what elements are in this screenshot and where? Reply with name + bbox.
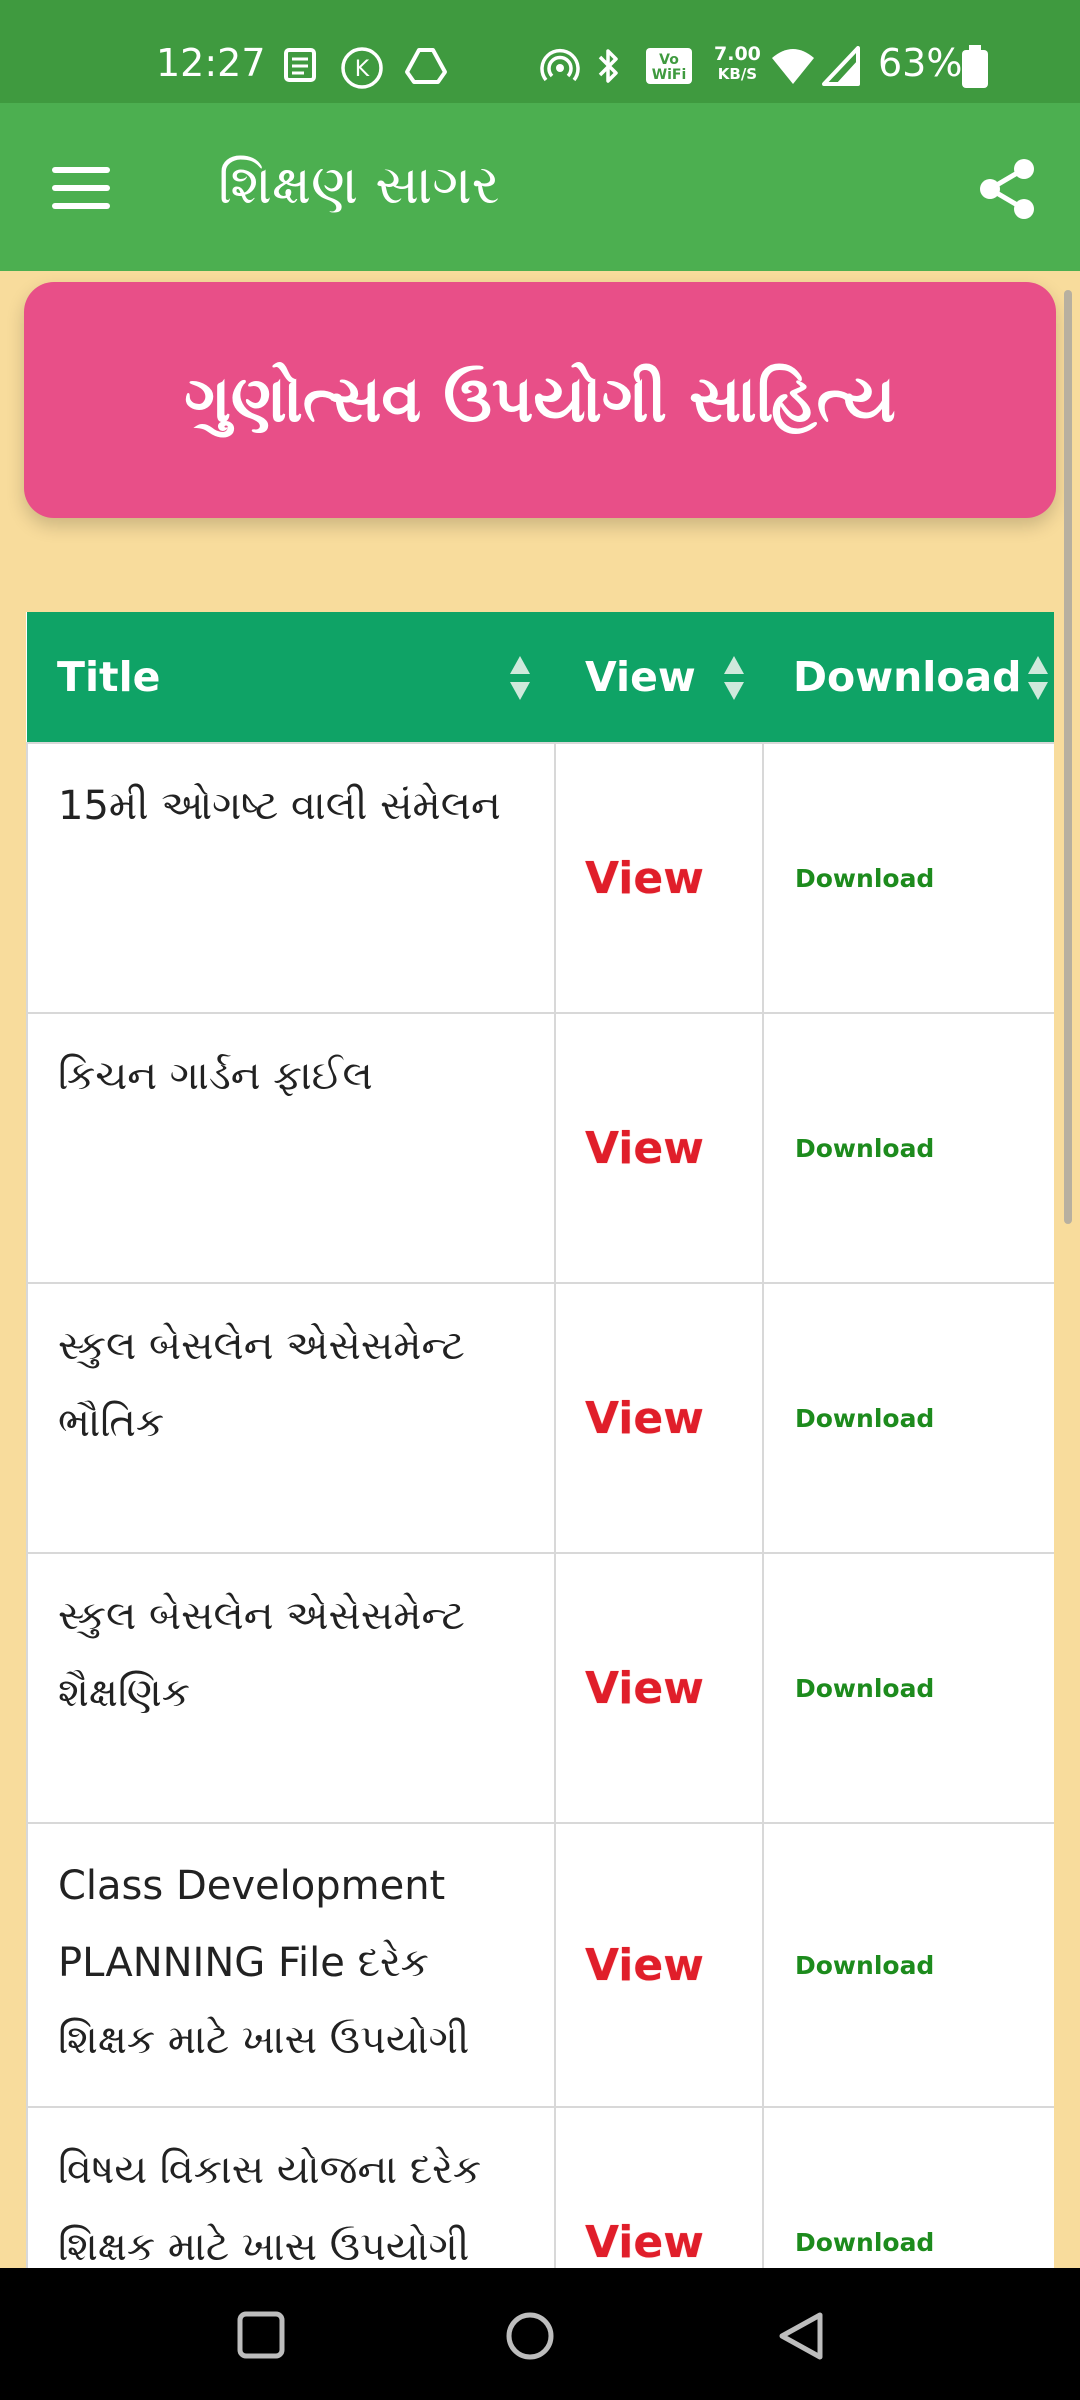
home-circle-icon[interactable] — [504, 2310, 556, 2362]
share-icon[interactable] — [976, 157, 1038, 221]
download-cell: Download — [762, 1282, 1054, 1554]
header-view-label: View — [585, 653, 696, 701]
table-row: 15મી ઓગષ્ટ વાલી સંમેલન View Download — [26, 742, 1054, 1014]
k-icon: K — [341, 47, 383, 89]
header-title[interactable]: Title — [27, 612, 555, 743]
row-title: 15મી ઓગષ્ટ વાલી સંમેલન — [26, 742, 556, 1014]
table-row: Class Development PLANNING File દરેક શિક… — [26, 1822, 1054, 2108]
sort-icon[interactable] — [1027, 654, 1049, 702]
signal-icon — [822, 46, 860, 86]
app-title: શિક્ષણ સાગર — [218, 153, 500, 216]
network-speed: 7.00 KB/S — [714, 44, 761, 84]
materials-table: Title View Download 15મી ઓગષ્ટ વાલી સંમે… — [26, 612, 1054, 2268]
view-link[interactable]: View — [557, 853, 761, 904]
header-download-label: Download — [793, 653, 1022, 701]
battery-icon — [962, 45, 988, 88]
vowifi-icon: Vo WiFi — [646, 48, 692, 84]
hotspot-icon — [540, 49, 580, 82]
back-triangle-icon[interactable] — [776, 2310, 826, 2362]
table-row: સ્કુલ બેસલેન એસેસમેન્ટ શૈક્ષણિક View Dow… — [26, 1552, 1054, 1824]
download-cell: Download — [762, 2106, 1054, 2268]
row-title: કિચન ગાર્ડન ફાઈલ — [26, 1012, 556, 1284]
hamburger-menu-icon[interactable] — [52, 163, 110, 213]
status-time: 12:27 — [156, 41, 266, 85]
download-link[interactable]: Download — [765, 864, 1053, 893]
download-cell: Download — [762, 1822, 1054, 2108]
row-title: સ્કુલ બેસલેન એસેસમેન્ટ ભૌતિક — [26, 1282, 556, 1554]
view-link[interactable]: View — [557, 1940, 761, 1991]
view-cell: View — [554, 1012, 764, 1284]
table-row: કિચન ગાર્ડન ફાઈલ View Download — [26, 1012, 1054, 1284]
view-cell: View — [554, 742, 764, 1014]
scrollbar[interactable] — [1064, 290, 1072, 1224]
view-cell: View — [554, 1282, 764, 1554]
recents-square-icon[interactable] — [236, 2310, 286, 2360]
sort-icon[interactable] — [723, 654, 745, 702]
svg-text:K: K — [355, 57, 370, 82]
header-view[interactable]: View — [555, 612, 763, 743]
row-title: સ્કુલ બેસલેન એસેસમેન્ટ શૈક્ષણિક — [26, 1552, 556, 1824]
table-row: સ્કુલ બેસલેન એસેસમેન્ટ ભૌતિક View Downlo… — [26, 1282, 1054, 1554]
wifi-icon — [772, 49, 814, 84]
system-nav-bar — [0, 2268, 1080, 2400]
view-link[interactable]: View — [557, 1123, 761, 1174]
header-download[interactable]: Download — [763, 612, 1054, 743]
table-row: વિષય વિકાસ યોજના દરેક શિક્ષક માટે ખાસ ઉપ… — [26, 2106, 1054, 2268]
app-bar: શિક્ષણ સાગર — [0, 103, 1080, 271]
view-cell: View — [554, 1552, 764, 1824]
view-link[interactable]: View — [557, 1393, 761, 1444]
status-bar: 12:27 K Vo WiFi 7.00 KB/S 63% — [0, 0, 1080, 103]
news-icon — [284, 48, 316, 82]
speed-unit: KB/S — [717, 65, 758, 83]
download-link[interactable]: Download — [765, 1404, 1053, 1433]
svg-text:Vo: Vo — [659, 52, 679, 68]
table-header-row: Title View Download — [27, 612, 1054, 743]
svg-text:WiFi: WiFi — [652, 67, 687, 83]
view-link[interactable]: View — [557, 2217, 761, 2268]
download-cell: Download — [762, 1012, 1054, 1284]
download-link[interactable]: Download — [765, 1674, 1053, 1703]
header-title-label: Title — [57, 653, 161, 701]
row-title: વિષય વિકાસ યોજના દરેક શિક્ષક માટે ખાસ ઉપ… — [26, 2106, 556, 2268]
view-cell: View — [554, 2106, 764, 2268]
speed-value: 7.00 — [714, 43, 761, 65]
sort-icon[interactable] — [509, 654, 531, 702]
download-cell: Download — [762, 1552, 1054, 1824]
download-link[interactable]: Download — [765, 1951, 1053, 1980]
view-link[interactable]: View — [557, 1663, 761, 1714]
row-title: Class Development PLANNING File દરેક શિક… — [26, 1822, 556, 2108]
section-banner: ગુણોત્સવ ઉપયોગી સાહિત્ય — [24, 282, 1056, 518]
download-link[interactable]: Download — [765, 1134, 1053, 1163]
download-cell: Download — [762, 742, 1054, 1014]
drive-icon — [405, 48, 447, 84]
bluetooth-icon — [598, 49, 618, 83]
battery-percentage: 63% — [878, 41, 963, 85]
download-link[interactable]: Download — [765, 2228, 1053, 2257]
view-cell: View — [554, 1822, 764, 2108]
